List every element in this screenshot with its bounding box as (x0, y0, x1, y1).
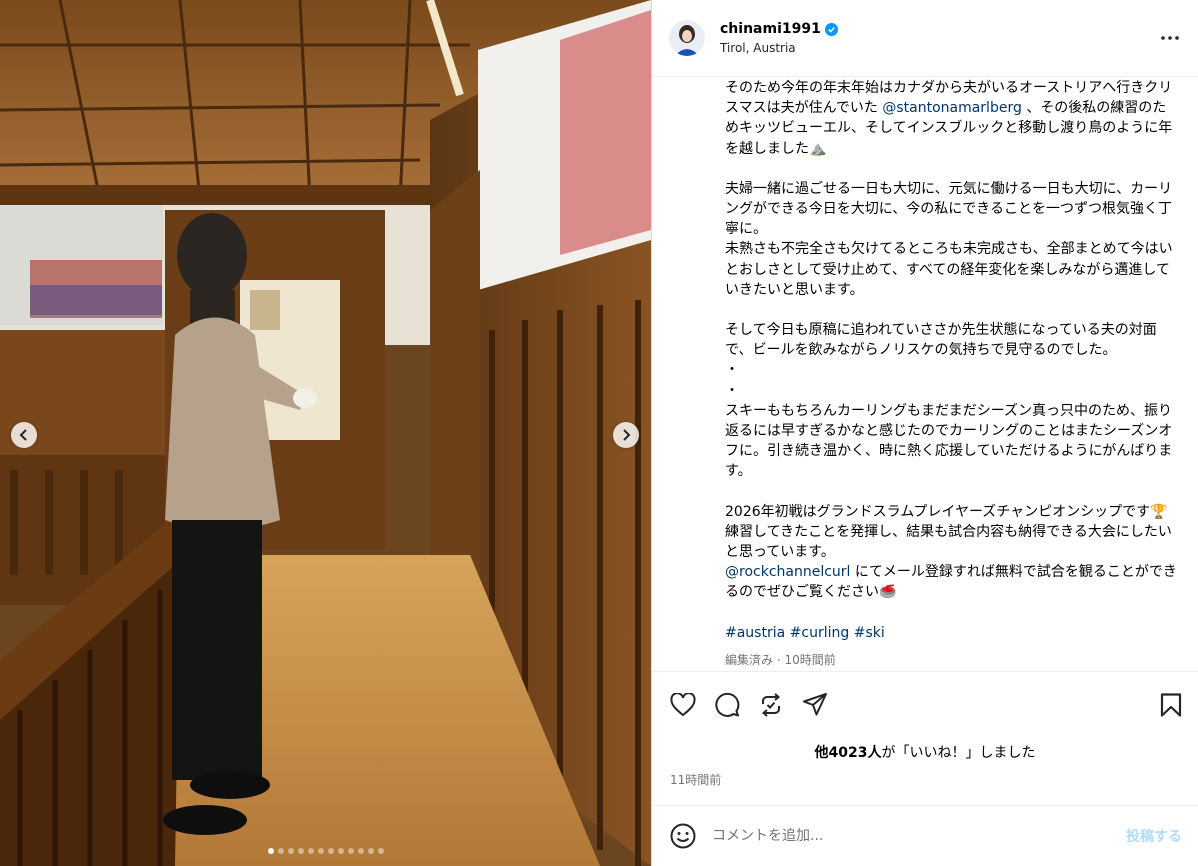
post-dialog: chinami1991 Tirol, Austria そのため今年の年末年始はカ… (0, 0, 1198, 866)
carousel-dot (327, 848, 334, 854)
carousel-dot (337, 848, 344, 854)
carousel-dot (297, 848, 304, 854)
caption: そのため今年の年末年始はカナダから夫がいるオーストリアへ行きクリスマスは夫が住ん… (652, 77, 1198, 671)
bookmark-icon (1160, 693, 1182, 717)
username[interactable]: chinami1991 (720, 21, 821, 37)
share-icon (803, 693, 827, 716)
avatar[interactable] (669, 20, 705, 56)
more-options-icon (1161, 36, 1179, 40)
caption-paragraph: スキーももちろんカーリングもまだまだシーズン真っ只中のため、振り返るには早すぎる… (725, 402, 1173, 480)
comment-box: 投稿する (652, 806, 1198, 866)
chevron-left-icon (19, 429, 27, 441)
comment-icon (715, 692, 740, 717)
carousel-dot (367, 848, 374, 854)
post-comment-button[interactable]: 投稿する (1126, 826, 1182, 846)
hashtag-link[interactable]: #austria (725, 625, 785, 641)
carousel-dot (357, 848, 364, 854)
share-button[interactable] (802, 692, 828, 718)
repost-button[interactable] (758, 692, 784, 718)
likes-count[interactable]: 他4023人 (815, 745, 882, 761)
caption-paragraph: 2026年初戦はグランドスラムプレイヤーズチャンピオンシップです🏆練習してきたこ… (725, 503, 1172, 561)
likes-text: が「いいね！」しました (881, 745, 1036, 761)
carousel-dot (277, 848, 284, 854)
carousel-dot (267, 848, 274, 854)
carousel-dot (307, 848, 314, 854)
carousel-dot (317, 848, 324, 854)
heart-icon (670, 693, 696, 717)
action-bar (652, 671, 1198, 738)
post-sidebar: chinami1991 Tirol, Austria そのため今年の年末年始はカ… (651, 0, 1198, 866)
carousel-dot (347, 848, 354, 854)
caption-paragraph: @rockchannelcurl にてメール登録すれば無料で試合を観ることができ… (725, 562, 1178, 602)
carousel-next-button[interactable] (613, 422, 639, 448)
verified-badge-icon (824, 22, 838, 36)
save-button[interactable] (1158, 692, 1184, 718)
likes-summary: 他4023人が「いいね！」しました (652, 738, 1198, 768)
more-options-button[interactable] (1158, 26, 1182, 50)
caption-dot: ・ (725, 382, 739, 399)
chevron-right-icon (623, 429, 631, 441)
repost-icon (761, 693, 781, 717)
post-timestamp[interactable]: 11時間前 (652, 768, 1198, 806)
mention-link[interactable]: @stantonamarlberg (882, 100, 1022, 116)
caption-paragraph: そして今日も原稿に追われていささか先生状態になっている夫の対面で、ビールを飲みな… (725, 322, 1157, 359)
emoji-icon[interactable] (670, 823, 696, 849)
post-header: chinami1991 Tirol, Austria (652, 0, 1198, 77)
hashtag-link[interactable]: #ski (854, 625, 885, 641)
like-button[interactable] (670, 692, 696, 718)
post-photo (0, 0, 651, 866)
carousel-dot (377, 848, 384, 854)
location-link[interactable]: Tirol, Austria (720, 41, 1158, 55)
comment-button[interactable] (714, 692, 740, 718)
caption-paragraph: 未熟さも不完全さも欠けてるところも未完成さも、全部まとめて今はいとおしさとして受… (725, 241, 1173, 298)
carousel-prev-button[interactable] (11, 422, 37, 448)
caption-meta: 編集済み · 10時間前 (725, 652, 836, 667)
hashtags: #austria #curling #ski (725, 623, 1178, 643)
carousel-dot (287, 848, 294, 854)
caption-dot: ・ (725, 362, 739, 379)
comment-input[interactable] (712, 828, 1126, 844)
mention-link[interactable]: @rockchannelcurl (725, 564, 850, 580)
hashtag-link[interactable]: #curling (790, 625, 850, 641)
caption-paragraph: 夫婦一緒に過ごせる一日も大切に、元気に働ける一日も大切に、カーリングができる今日… (725, 180, 1173, 238)
caption-paragraph: そのため今年の年末年始はカナダから夫がいるオーストリアへ行きクリスマスは夫が住ん… (725, 78, 1178, 159)
post-media (0, 0, 651, 866)
carousel-indicator (0, 848, 651, 854)
